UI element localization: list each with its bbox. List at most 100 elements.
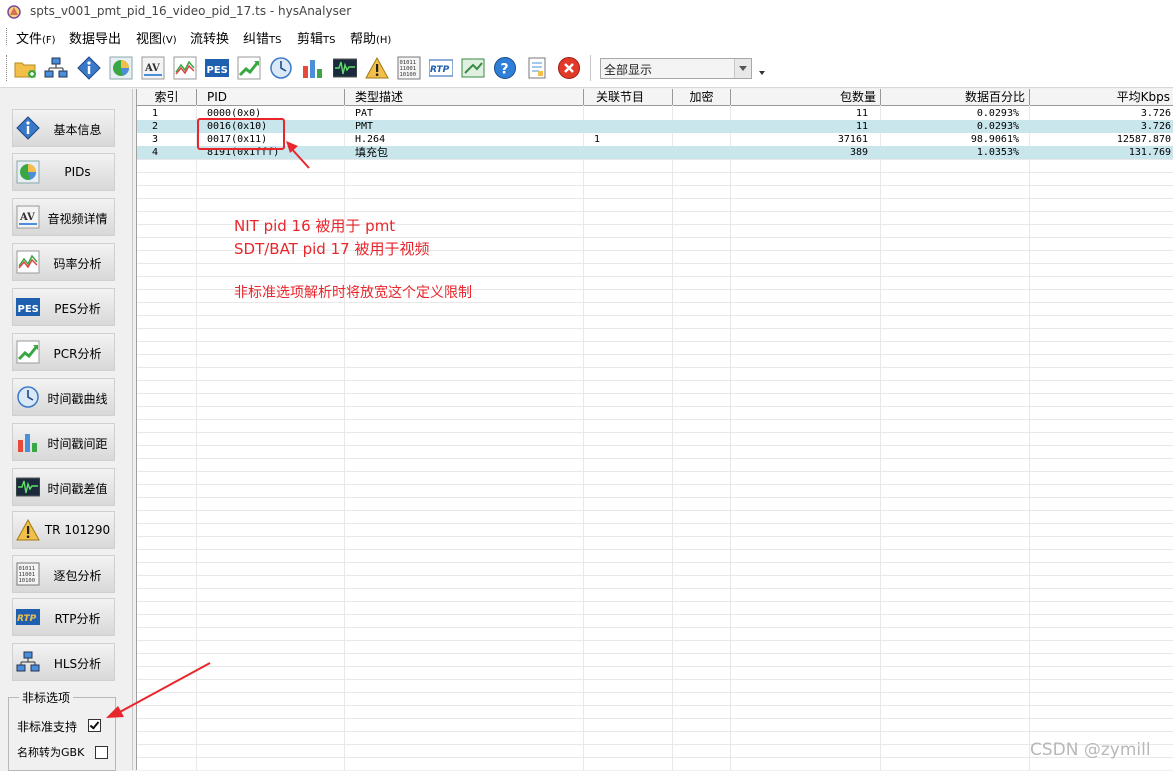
cell-packet-count: 37161: [837, 134, 868, 145]
sidebar-item-rtp[interactable]: RTP RTP分析: [12, 598, 115, 636]
menu-error-correct[interactable]: 纠错TS: [243, 28, 281, 47]
sidebar-item-pids[interactable]: PIDs: [12, 153, 115, 191]
grid-line: [880, 105, 881, 770]
rtp-icon[interactable]: RTP: [429, 56, 453, 80]
clock-icon: [17, 386, 39, 408]
cell-program: 1: [594, 134, 601, 145]
toolbar-overflow-icon[interactable]: [759, 71, 765, 75]
av-icon[interactable]: AV: [141, 56, 165, 80]
cell-avg-kbps: 3.726: [1140, 121, 1171, 132]
cell-program: [584, 146, 673, 159]
grid-line: [137, 328, 1173, 329]
col-encrypted[interactable]: 加密: [673, 89, 731, 105]
display-filter-select[interactable]: 全部显示: [600, 58, 752, 79]
col-index[interactable]: 索引: [137, 89, 197, 105]
info-icon[interactable]: [77, 56, 101, 80]
cell-avg-kbps: 3.726: [1140, 108, 1171, 119]
grid-line: [1029, 105, 1030, 770]
grid-line: [137, 497, 1173, 498]
pid-table[interactable]: 索引 PID 类型描述 关联节目 加密 包数量 数据百分比 平均Kbps 1 0…: [136, 89, 1173, 770]
sidebar-item-timestamp-curve[interactable]: 时间戳曲线: [12, 378, 115, 416]
clock-icon[interactable]: [269, 56, 293, 80]
sidebar-item-tr101290[interactable]: TR 101290: [12, 511, 115, 549]
col-packet-count[interactable]: 包数量: [731, 89, 881, 105]
wave-icon[interactable]: [333, 56, 357, 80]
warning-icon: [16, 518, 40, 541]
grid-line: [344, 105, 345, 770]
pie-icon[interactable]: [109, 56, 133, 80]
bar-chart-icon[interactable]: [301, 56, 325, 80]
sidebar-item-pes[interactable]: PES PES分析: [12, 288, 115, 326]
grid-line: [137, 731, 1173, 732]
grid-line: [583, 105, 584, 770]
menu-stream-convert[interactable]: 流转换: [190, 28, 229, 47]
toolbar-grip[interactable]: [6, 55, 9, 81]
pie-icon: [16, 160, 40, 184]
cell-program: [584, 120, 673, 133]
menu-clip[interactable]: 剪辑TS: [297, 28, 335, 47]
cell-index: 2: [152, 121, 159, 132]
grid-line: [137, 679, 1173, 680]
grid-line: [137, 640, 1173, 641]
sidebar-item-packet-analysis[interactable]: 01011 11001 10100 逐包分析: [12, 555, 115, 593]
export-icon[interactable]: [461, 56, 485, 80]
table-row[interactable]: 4 8191(0x1fff) 填充包 389 1.0353% 131.769: [137, 146, 1173, 159]
table-row[interactable]: 2 0016(0x10) PMT 11 0.0293% 3.726: [137, 120, 1173, 133]
sidebar-item-bitrate[interactable]: 码率分析: [12, 243, 115, 281]
grid-line: [137, 458, 1173, 459]
notes-icon[interactable]: [525, 56, 549, 80]
menu-view[interactable]: 视图(V): [136, 28, 177, 47]
grid-line: [137, 302, 1173, 303]
sidebar-item-hls[interactable]: HLS分析: [12, 643, 115, 681]
chevron-down-icon[interactable]: [734, 59, 751, 78]
help-icon[interactable]: ?: [493, 56, 517, 80]
col-program[interactable]: 关联节目: [584, 89, 673, 105]
binary-icon[interactable]: 010111100110100: [397, 56, 421, 80]
pcr-icon[interactable]: [237, 56, 261, 80]
col-pid[interactable]: PID: [197, 89, 345, 105]
menu-data-export[interactable]: 数据导出: [69, 28, 121, 47]
sidebar-item-av-details[interactable]: AV 音视频详情: [12, 198, 115, 236]
menu-file[interactable]: 文件(F): [16, 28, 56, 47]
display-filter-value: 全部显示: [604, 63, 653, 77]
warning-icon[interactable]: [365, 56, 389, 80]
cell-program: [584, 107, 673, 120]
cell-percentage: 1.0353%: [976, 147, 1019, 158]
table-row[interactable]: 1 0000(0x0) PAT 11 0.0293% 3.726: [137, 107, 1173, 120]
menu-help[interactable]: 帮助(H): [350, 28, 391, 47]
binary-icon: 010111100110100: [16, 562, 40, 586]
col-avg-kbps[interactable]: 平均Kbps: [1030, 89, 1173, 105]
sidebar: 基本信息 PIDs AV 音视频详情 码率分析 PES PES分析 PCR分析 …: [2, 89, 133, 771]
grid-line: [137, 614, 1173, 615]
nonstandard-support-checkbox[interactable]: [88, 719, 101, 732]
cell-encrypted: [673, 133, 731, 146]
grid-line: [137, 653, 1173, 654]
menubar-grip[interactable]: [6, 28, 9, 45]
rate-chart-icon: [16, 250, 40, 274]
sidebar-item-label: 逐包分析: [53, 569, 102, 583]
sidebar-item-timestamp-diff[interactable]: 时间戳差值: [12, 468, 115, 506]
sidebar-item-label: PES分析: [54, 302, 101, 316]
table-row[interactable]: 3 0017(0x11) H.264 1 37161 98.9061% 1258…: [137, 133, 1173, 146]
pes-icon[interactable]: PES: [205, 56, 229, 80]
grid-line: [137, 523, 1173, 524]
cell-packet-count: 389: [849, 147, 868, 158]
gbk-name-checkbox[interactable]: [95, 746, 108, 759]
toolbar-separator: [590, 55, 591, 81]
rate-chart-icon[interactable]: [173, 56, 197, 80]
cell-avg-kbps: 131.769: [1128, 147, 1171, 158]
open-icon[interactable]: [13, 56, 37, 80]
sidebar-item-label: 时间戳曲线: [47, 392, 108, 406]
sidebar-item-pcr[interactable]: PCR分析: [12, 333, 115, 371]
sidebar-item-timestamp-interval[interactable]: 时间戳间距: [12, 423, 115, 461]
grid-line: [137, 172, 1173, 173]
grid-line: [196, 105, 197, 770]
grid-line: [137, 588, 1173, 589]
svg-text:10100: 10100: [400, 72, 417, 78]
col-type[interactable]: 类型描述: [345, 89, 584, 105]
svg-text:AV: AV: [19, 212, 35, 223]
network-icon[interactable]: [44, 56, 68, 80]
close-icon[interactable]: [557, 56, 581, 80]
col-percentage[interactable]: 数据百分比: [881, 89, 1030, 105]
sidebar-item-basic-info[interactable]: 基本信息: [12, 109, 115, 147]
